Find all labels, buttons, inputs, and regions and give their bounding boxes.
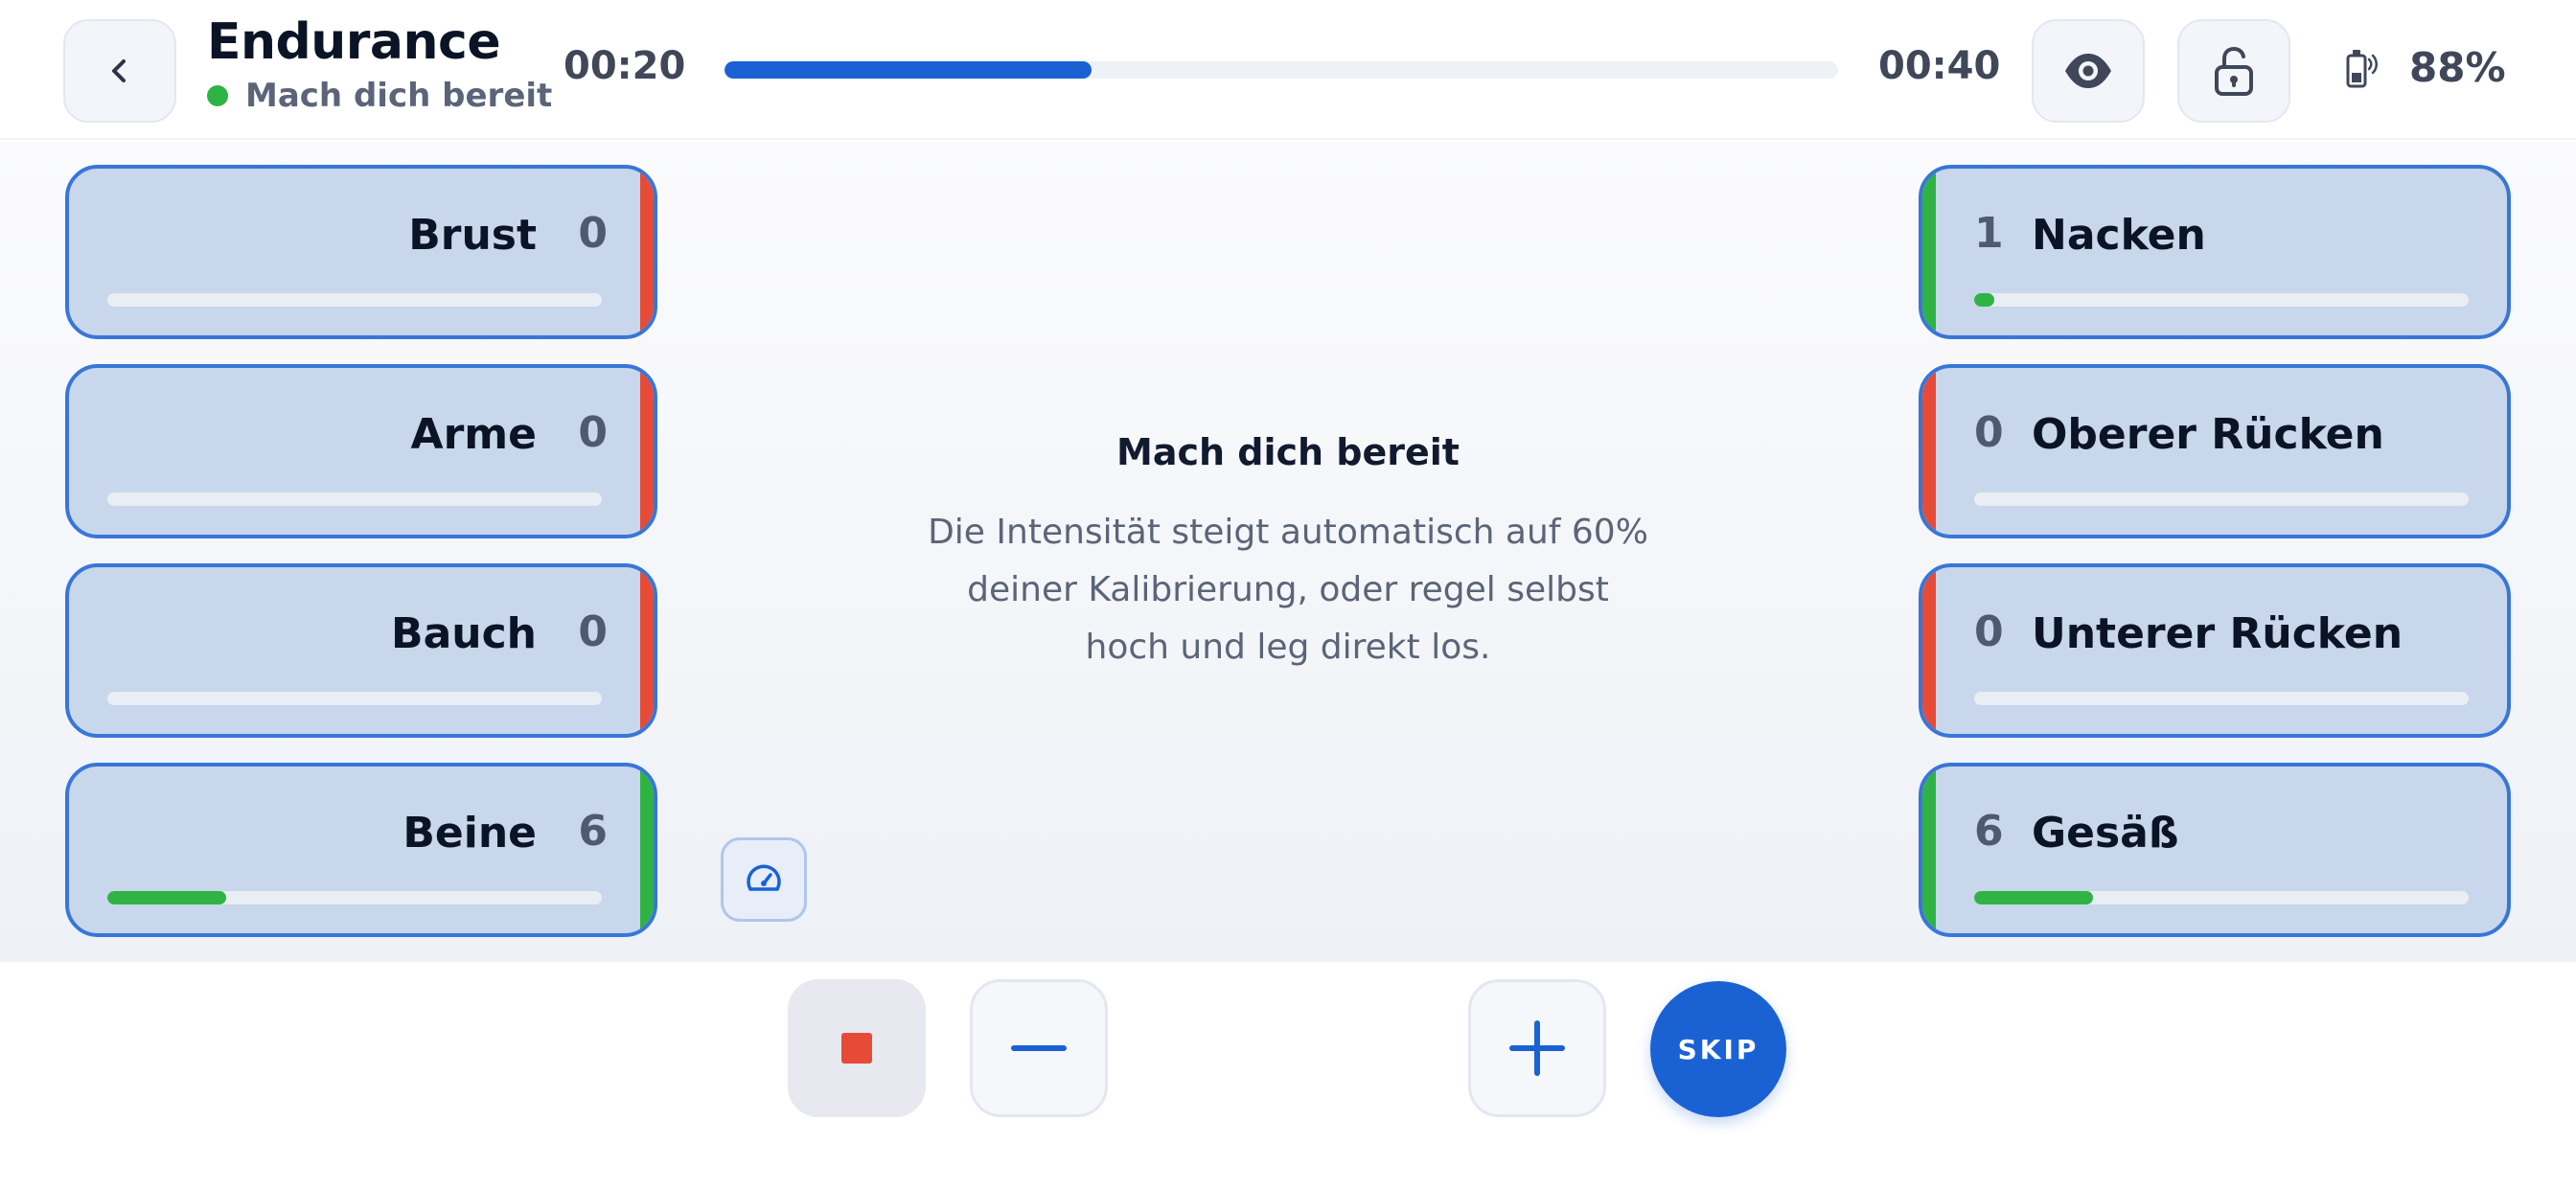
zone-intensity-bar [107,891,602,904]
zone-card-nacken[interactable]: 1 Nacken [1919,165,2511,339]
session-status: Mach dich bereit [207,77,552,115]
zone-indicator [640,567,654,734]
stop-icon [841,1033,872,1064]
header-bar: Endurance Mach dich bereit 00:20 00:40 8… [0,0,2576,140]
info-line: Die Intensität steigt automatisch auf 60… [928,513,1648,552]
minus-icon [1011,1045,1067,1051]
zone-intensity-fill [1974,293,1994,307]
training-area: Brust 0 Arme 0 Bauch 0 Beine 6 1 Nacken … [0,142,2576,962]
zone-card-brust[interactable]: Brust 0 [65,165,657,339]
zone-intensity: 0 [578,607,608,656]
zone-card-bauch[interactable]: Bauch 0 [65,563,657,738]
zone-label: Brust [408,211,537,260]
info-line: hoch und leg direkt los. [1085,628,1491,667]
zone-intensity-bar [107,692,602,705]
zone-indicator [640,767,654,933]
zone-intensity-bar [107,293,602,307]
zone-label: Gesäß [2032,809,2179,858]
page-title: Endurance [207,13,501,71]
zone-label: Beine [402,809,537,858]
zone-card-beine[interactable]: Beine 6 [65,763,657,937]
view-toggle-button[interactable] [2032,19,2145,123]
zone-intensity: 0 [578,209,608,258]
zone-intensity: 6 [578,807,608,856]
info-text: Die Intensität steigt automatisch auf 60… [862,504,1714,676]
session-progress-bar [724,61,1838,79]
back-button[interactable] [63,19,176,123]
zone-card-gesaess[interactable]: 6 Gesäß [1919,763,2511,937]
chevron-left-icon [112,59,126,82]
zone-intensity-fill [107,891,226,904]
eye-icon [2065,54,2111,88]
zone-indicator [1922,169,1936,335]
zone-intensity-fill [1974,891,2093,904]
status-dot [207,85,228,106]
intensity-gauge-button[interactable] [721,837,807,922]
zone-intensity-bar [1974,293,2469,307]
info-title: Mach dich bereit [1116,431,1460,473]
zone-indicator [1922,567,1936,734]
unlock-icon [2215,46,2253,96]
zone-intensity-bar [1974,692,2469,705]
zone-label: Unterer Rücken [2032,609,2404,658]
app-screen: Endurance Mach dich bereit 00:20 00:40 8… [0,0,2576,1190]
plus-icon [1509,1020,1565,1076]
zone-intensity: 0 [1974,607,2004,656]
stop-button[interactable] [788,979,926,1117]
zone-indicator [640,169,654,335]
zone-intensity-bar [1974,891,2469,904]
info-line: deiner Kalibrierung, oder regel selbst [967,570,1609,609]
zone-indicator [1922,767,1936,933]
device-battery-icon [2346,50,2378,88]
elapsed-time: 00:20 [564,44,686,88]
zone-intensity-bar [1974,492,2469,506]
decrease-intensity-button[interactable] [970,979,1108,1117]
zone-label: Bauch [391,609,537,658]
lock-button[interactable] [2177,19,2290,123]
gauge-icon [747,864,781,891]
zone-intensity-bar [107,492,602,506]
zone-intensity: 6 [1974,807,2004,856]
zone-card-unterer-ruecken[interactable]: 0 Unterer Rücken [1919,563,2511,738]
battery-level: 88% [2409,44,2506,91]
total-time: 00:40 [1878,44,2001,88]
session-progress-fill [724,61,1092,79]
status-text: Mach dich bereit [245,77,553,115]
skip-button[interactable]: SKIP [1650,981,1786,1117]
zone-label: Nacken [2032,211,2206,260]
zone-intensity: 1 [1974,209,2004,258]
increase-intensity-button[interactable] [1468,979,1606,1117]
